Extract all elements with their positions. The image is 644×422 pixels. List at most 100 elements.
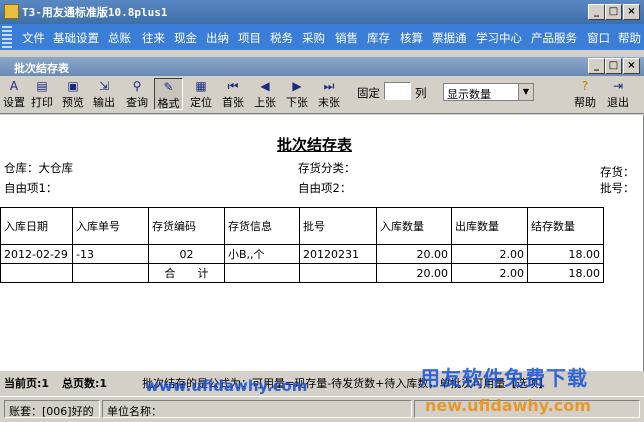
minimize-button[interactable]: _	[588, 4, 605, 20]
header-balance-qty: 结存数量	[527, 207, 604, 245]
menu-cashier[interactable]: 出纳	[206, 30, 229, 46]
last-page-button[interactable]: ⏭ 末张	[315, 78, 343, 110]
menu-help[interactable]: 帮助	[618, 30, 641, 46]
menu-accounts[interactable]: 往来	[142, 30, 165, 46]
close-button[interactable]: ×	[623, 4, 640, 20]
cell-in-date[interactable]: 2012-02-29	[0, 244, 73, 264]
menu-sales[interactable]: 销售	[335, 30, 358, 46]
cell-in-qty[interactable]: 20.00	[376, 244, 452, 264]
menu-bar: 文件 基础设置 总账 往来 现金 出纳 项目 税务 采购 销售 库存 核算 票据…	[0, 24, 644, 50]
prev-page-label: 上张	[254, 96, 276, 109]
header-out-qty: 出库数量	[451, 207, 528, 245]
window-title: T3-用友通标准版10.8plus1	[22, 6, 168, 19]
inventory-label: 存货：	[600, 165, 635, 179]
help-label: 帮助	[574, 96, 596, 109]
query-label: 查询	[126, 96, 148, 109]
first-page-button[interactable]: ⏮ 首张	[219, 78, 247, 110]
last-page-label: 末张	[318, 96, 340, 109]
format-icon: ✎	[163, 80, 174, 94]
report-minimize-button[interactable]: _	[588, 58, 605, 74]
watermark-download-text: 用友软件免费下载	[420, 366, 588, 390]
menu-purchase[interactable]: 采购	[302, 30, 325, 46]
warehouse-label: 仓库：大仓库	[4, 161, 73, 175]
menu-project[interactable]: 项目	[238, 30, 261, 46]
export-label: 输出	[93, 96, 115, 109]
cell-out-qty[interactable]: 2.00	[451, 244, 528, 264]
chevron-down-icon[interactable]: ▼	[518, 84, 533, 100]
binoculars-icon: ⚲	[132, 79, 142, 93]
report-title: 批次结存表	[277, 136, 353, 154]
display-mode-select[interactable]: 显示数量 ▼	[443, 83, 534, 101]
menu-bill-pass[interactable]: 票据通	[432, 30, 467, 46]
columns-unit-label: 列	[415, 86, 427, 100]
watermark-site-url: new.ufidawhy.com	[425, 396, 591, 415]
report-close-button[interactable]: ×	[623, 58, 640, 74]
format-label: 格式	[157, 97, 180, 110]
total-in-qty: 20.00	[376, 263, 452, 283]
table-header-row: 入库日期 入库单号 存货编码 存货信息 批号 入库数量 出库数量 结存数量	[0, 207, 604, 245]
menu-file[interactable]: 文件	[22, 30, 45, 46]
cell-item-info[interactable]: 小B,,个	[224, 244, 300, 264]
locate-icon: ▦	[195, 79, 207, 93]
maximize-button[interactable]: □	[605, 4, 622, 20]
last-page-icon: ⏭	[323, 79, 335, 93]
locate-button[interactable]: ▦ 定位	[187, 78, 215, 110]
print-label: 打印	[31, 96, 53, 109]
table-row[interactable]: 2012-02-29 -13 02 小B,,个 20120231 20.00 2…	[0, 244, 604, 264]
total-pages: 总页数:1	[62, 377, 108, 390]
custom1-label: 自由项1：	[4, 181, 58, 195]
header-item-code: 存货编码	[148, 207, 225, 245]
next-page-label: 下张	[286, 96, 308, 109]
exit-button[interactable]: ⇥ 退出	[603, 78, 633, 110]
current-page: 当前页:1	[4, 377, 50, 390]
first-page-label: 首张	[222, 96, 244, 109]
locate-label: 定位	[190, 96, 212, 109]
menubar-grip	[2, 26, 12, 48]
first-page-icon: ⏮	[227, 79, 239, 93]
preview-label: 预览	[62, 96, 84, 109]
total-cell-item-info	[224, 263, 300, 283]
menu-tax[interactable]: 税务	[270, 30, 293, 46]
total-out-qty: 2.00	[451, 263, 528, 283]
fixed-columns-input[interactable]	[384, 82, 411, 100]
format-button[interactable]: ✎ 格式	[154, 78, 183, 110]
exit-icon: ⇥	[612, 79, 624, 93]
menu-inventory[interactable]: 库存	[367, 30, 390, 46]
category-label: 存货分类：	[298, 161, 356, 175]
help-icon: ?	[581, 79, 589, 93]
print-icon: ▤	[36, 79, 48, 93]
export-button[interactable]: ⇲ 输出	[90, 78, 118, 110]
cell-in-no[interactable]: -13	[72, 244, 149, 264]
batch-stock-table: 入库日期 入库单号 存货编码 存货信息 批号 入库数量 出库数量 结存数量 20…	[0, 207, 604, 283]
unit-name-cell: 单位名称：	[102, 400, 412, 418]
header-in-date: 入库日期	[0, 207, 73, 245]
cell-balance-qty[interactable]: 18.00	[527, 244, 604, 264]
help-button[interactable]: ? 帮助	[570, 78, 600, 110]
title-bar: T3-用友通标准版10.8plus1 _ □ ×	[0, 0, 644, 24]
report-maximize-button[interactable]: □	[605, 58, 622, 74]
watermark-site-top: www.ufidawhy.com	[145, 377, 308, 395]
prev-page-icon: ◀	[260, 79, 270, 93]
query-button[interactable]: ⚲ 查询	[123, 78, 151, 110]
menu-accounting[interactable]: 核算	[400, 30, 423, 46]
preview-button[interactable]: ▣ 预览	[59, 78, 87, 110]
batch-no-label: 批号：	[600, 181, 635, 195]
settings-button[interactable]: A 设置	[2, 78, 26, 110]
exit-label: 退出	[607, 96, 629, 109]
next-page-button[interactable]: ▶ 下张	[283, 78, 311, 110]
menu-window[interactable]: 窗口	[587, 30, 610, 46]
menu-learning-center[interactable]: 学习中心	[476, 30, 522, 46]
menu-cash[interactable]: 现金	[174, 30, 197, 46]
custom2-label: 自由项2：	[298, 181, 352, 195]
settings-label: 设置	[3, 96, 25, 109]
menu-product-service[interactable]: 产品服务	[531, 30, 577, 46]
table-total-row[interactable]: 合 计 20.00 2.00 18.00	[0, 263, 604, 283]
menu-general-ledger[interactable]: 总账	[108, 30, 131, 46]
menu-basic-settings[interactable]: 基础设置	[53, 30, 99, 46]
prev-page-button[interactable]: ◀ 上张	[251, 78, 279, 110]
cell-batch-no[interactable]: 20120231	[299, 244, 377, 264]
settings-icon: A	[9, 79, 19, 93]
print-button[interactable]: ▤ 打印	[28, 78, 56, 110]
total-balance-qty: 18.00	[527, 263, 604, 283]
cell-item-code[interactable]: 02	[148, 244, 225, 264]
